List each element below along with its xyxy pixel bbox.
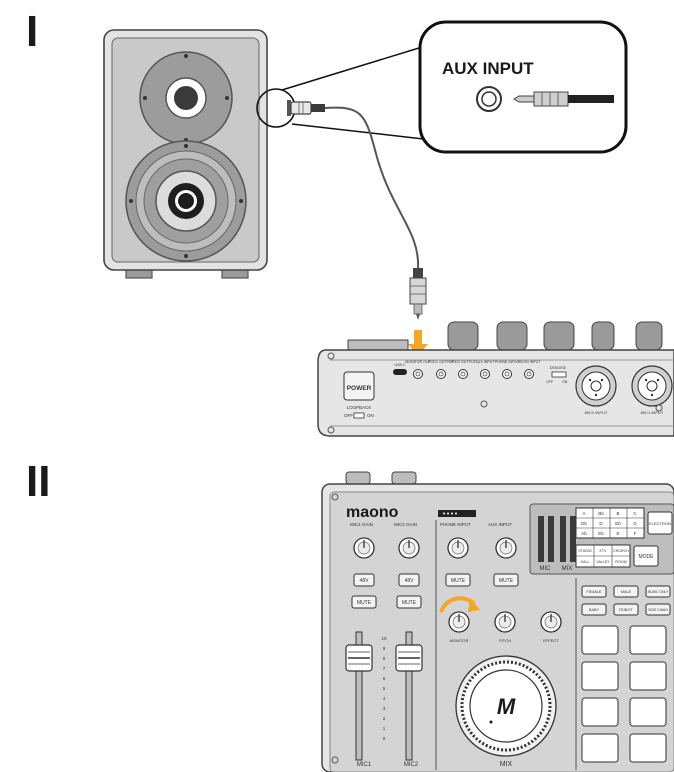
- svg-text:G: G: [633, 521, 637, 526]
- svg-text:MUTE: MUTE: [499, 578, 514, 584]
- svg-text:Ab: Ab: [581, 531, 587, 536]
- svg-text:CHURCH: CHURCH: [613, 549, 629, 553]
- port-usb-c-label: USB C: [395, 363, 406, 367]
- loopback-on: ON: [367, 413, 374, 418]
- button-female[interactable]: FEMALE: [581, 585, 607, 598]
- button-male[interactable]: MALE: [613, 585, 639, 598]
- button-mute-mic1[interactable]: MUTE: [351, 595, 377, 609]
- svg-text:MUSIC ONLY: MUSIC ONLY: [648, 590, 670, 594]
- knob-label-phone-input: PHONE INPUT: [440, 522, 471, 527]
- mix-dial[interactable]: M: [455, 655, 557, 757]
- svg-text:STUDIO: STUDIO: [578, 549, 592, 553]
- knob-label-aux-input: AUX INPUT: [488, 522, 512, 527]
- fader-label-mic2: MIC2: [404, 762, 419, 768]
- button-48v-mic1[interactable]: 48V: [353, 573, 375, 587]
- knob-mic2-gain[interactable]: [398, 537, 420, 559]
- svg-text:MUTE: MUTE: [451, 578, 466, 584]
- svg-text:ELECTRON: ELECTRON: [649, 521, 671, 526]
- button-48v-mic2[interactable]: 48V: [398, 573, 420, 587]
- button-mode[interactable]: MODE: [633, 545, 659, 567]
- button-baby[interactable]: BABY: [581, 603, 607, 616]
- knob-monitor[interactable]: [448, 611, 470, 633]
- meter-label-mic: MIC: [540, 566, 552, 572]
- knob-aux-input[interactable]: [495, 537, 517, 559]
- loopback-label: LOOPBACK: [347, 405, 372, 410]
- denoise-off: OFF: [546, 380, 554, 384]
- button-electron[interactable]: ELECTRON: [647, 511, 673, 535]
- button-mute-mic2[interactable]: MUTE: [396, 595, 422, 609]
- button-robot[interactable]: ROBOT: [613, 603, 639, 616]
- loopback-off: OFF: [344, 413, 353, 418]
- pad-4[interactable]: [629, 661, 667, 691]
- knob-label-effect: EFFECT: [543, 638, 559, 643]
- speaker: [103, 29, 268, 279]
- svg-text:VALLEY: VALLEY: [596, 560, 610, 564]
- svg-text:ROBOT: ROBOT: [619, 608, 633, 612]
- cable-plug: [409, 268, 427, 320]
- button-music-only[interactable]: MUSIC ONLY: [645, 585, 671, 598]
- button-side-chain[interactable]: SIDE CHAIN: [645, 603, 671, 616]
- knob-mic1-gain[interactable]: [353, 537, 375, 559]
- knob-label-pitch: PITCH: [499, 638, 511, 643]
- svg-text:ROOM: ROOM: [615, 560, 626, 564]
- svg-text:Bb: Bb: [598, 511, 604, 516]
- key-grid: A Bb B C Db D Eb G Ab Eb E F: [575, 507, 645, 539]
- knob-pitch[interactable]: [494, 611, 516, 633]
- pad-8[interactable]: [629, 733, 667, 763]
- svg-text:48V: 48V: [360, 578, 370, 584]
- mix-label: MIX: [500, 761, 513, 768]
- svg-text:F: F: [634, 531, 637, 536]
- pad-3[interactable]: [581, 661, 619, 691]
- svg-text:10: 10: [381, 636, 387, 641]
- knob-effect[interactable]: [540, 611, 562, 633]
- aux-input-callout: AUX INPUT: [281, 20, 628, 154]
- svg-text:HALL: HALL: [581, 560, 590, 564]
- svg-text:Db: Db: [581, 521, 587, 526]
- power-button-label: POWER: [347, 385, 372, 392]
- svg-text:SIDE CHAIN: SIDE CHAIN: [648, 608, 668, 612]
- svg-text:MODE: MODE: [639, 554, 655, 560]
- svg-text:KTV: KTV: [600, 549, 608, 553]
- svg-text:POD2 OUTPUT: POD2 OUTPUT: [450, 360, 476, 364]
- denoise-label: DENOISE: [550, 366, 567, 370]
- button-mute-phone[interactable]: MUTE: [445, 573, 471, 587]
- svg-text:E: E: [616, 531, 619, 536]
- svg-text:MALE: MALE: [621, 590, 632, 594]
- mix-dial-logo-icon: M: [497, 694, 516, 719]
- svg-text:PHONE INPUT: PHONE INPUT: [495, 360, 520, 364]
- svg-text:48V: 48V: [405, 578, 415, 584]
- knob-label-mic2-gain: MIC2 GAIN: [394, 522, 417, 527]
- brand-logo: maono: [346, 504, 399, 521]
- button-mute-aux[interactable]: MUTE: [493, 573, 519, 587]
- svg-text:Eb: Eb: [598, 531, 604, 536]
- svg-text:MIC2 INPUT: MIC2 INPUT: [585, 410, 608, 415]
- meter-label-mix: MIX: [562, 566, 573, 572]
- denoise-on: ON: [562, 380, 568, 384]
- pad-2[interactable]: [629, 625, 667, 655]
- fader-label-mic1: MIC1: [357, 762, 372, 768]
- svg-text:MIC/IN INPUT: MIC/IN INPUT: [518, 360, 542, 364]
- mixer-top-panel: maono MIC1 GAIN MIC2 GAIN PHONE INPUT AU…: [321, 471, 674, 772]
- pad-5[interactable]: [581, 697, 619, 727]
- pad-6[interactable]: [629, 697, 667, 727]
- aux-cable: [324, 106, 420, 269]
- knob-label-monitor: MONITOR: [450, 638, 469, 643]
- svg-text:MUTE: MUTE: [402, 600, 417, 606]
- svg-text:AUX INPUT: AUX INPUT: [475, 360, 495, 364]
- svg-text:B: B: [616, 511, 619, 516]
- svg-text:FEMALE: FEMALE: [586, 590, 602, 594]
- scene-grid: STUDIO KTV CHURCH HALL VALLEY ROOM: [575, 544, 631, 568]
- knob-phone-input[interactable]: [447, 537, 469, 559]
- svg-text:BABY: BABY: [589, 608, 600, 612]
- svg-text:MUTE: MUTE: [357, 600, 372, 606]
- callout-title: AUX INPUT: [442, 59, 534, 78]
- pad-1[interactable]: [581, 625, 619, 655]
- svg-text:A: A: [582, 511, 585, 516]
- pad-7[interactable]: [581, 733, 619, 763]
- connection-diagram: AUX INPUT POWER LOOPBACK OFF ON USB C MO…: [103, 20, 674, 772]
- knob-label-mic1-gain: MIC1 GAIN: [350, 522, 373, 527]
- svg-text:Eb: Eb: [615, 521, 621, 526]
- mixer-rear-panel: POWER LOOPBACK OFF ON USB C MONITOR OUT …: [317, 321, 674, 437]
